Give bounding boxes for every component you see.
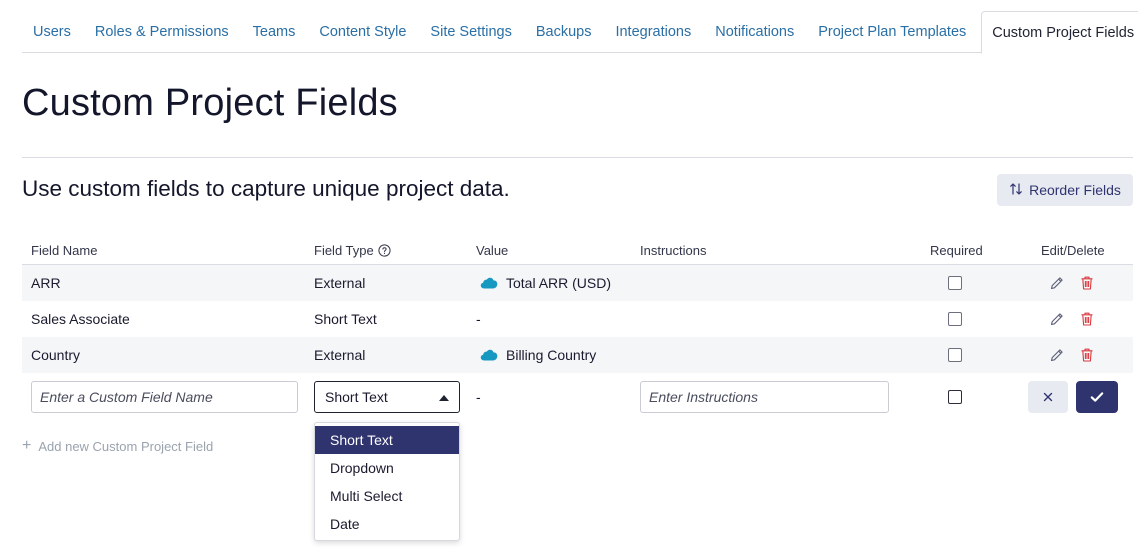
header-field-type: Field Type <box>314 243 391 258</box>
add-custom-field-label: Add new Custom Project Field <box>38 438 214 454</box>
page-subtitle: Use custom fields to capture unique proj… <box>22 176 510 201</box>
tab-backups[interactable]: Backups <box>525 11 603 53</box>
required-checkbox[interactable] <box>948 276 962 290</box>
value-cell: - <box>476 311 481 327</box>
table-row: Country External Billing Country <box>22 337 1133 373</box>
tab-project-plan-templates[interactable]: Project Plan Templates <box>807 11 977 53</box>
tab-users[interactable]: Users <box>22 11 82 53</box>
delete-icon[interactable] <box>1079 347 1095 363</box>
tab-notifications[interactable]: Notifications <box>704 11 805 53</box>
edit-icon[interactable] <box>1049 347 1065 363</box>
field-name-cell: ARR <box>31 275 61 291</box>
cancel-button[interactable] <box>1028 381 1068 413</box>
field-type-cell: External <box>314 347 366 363</box>
header-instructions: Instructions <box>640 243 707 258</box>
value-cell: Billing Country <box>480 337 596 373</box>
field-type-cell: External <box>314 275 366 291</box>
confirm-button[interactable] <box>1076 381 1118 413</box>
sort-arrows-icon <box>1009 182 1023 199</box>
field-name-cell: Sales Associate <box>31 311 130 327</box>
salesforce-icon <box>480 349 498 361</box>
value-text: Billing Country <box>506 347 597 363</box>
menu-item-dropdown[interactable]: Dropdown <box>315 454 459 482</box>
new-value-cell: - <box>476 389 481 405</box>
header-field-name: Field Name <box>31 243 98 258</box>
header-value: Value <box>476 243 509 258</box>
menu-item-short-text[interactable]: Short Text <box>315 426 459 454</box>
plus-icon: + <box>22 437 32 454</box>
settings-tabs: Users Roles & Permissions Teams Content … <box>22 11 1138 54</box>
add-custom-field-link[interactable]: + Add new Custom Project Field <box>22 438 213 454</box>
close-icon <box>1042 391 1054 403</box>
reorder-fields-label: Reorder Fields <box>1029 182 1121 198</box>
edit-icon[interactable] <box>1049 311 1065 327</box>
field-type-cell: Short Text <box>314 311 377 327</box>
required-checkbox[interactable] <box>948 348 962 362</box>
custom-field-name-input[interactable] <box>31 381 298 413</box>
required-checkbox[interactable] <box>948 312 962 326</box>
reorder-fields-button[interactable]: Reorder Fields <box>997 174 1133 206</box>
tab-roles-permissions[interactable]: Roles & Permissions <box>84 11 240 53</box>
tab-integrations[interactable]: Integrations <box>604 11 702 53</box>
menu-item-multi-select[interactable]: Multi Select <box>315 482 459 510</box>
salesforce-icon <box>480 277 498 289</box>
header-field-type-label: Field Type <box>314 243 374 258</box>
tab-teams[interactable]: Teams <box>242 11 307 53</box>
tab-site-settings[interactable]: Site Settings <box>419 11 522 53</box>
edit-icon[interactable] <box>1049 275 1065 291</box>
header-required: Required <box>930 243 983 258</box>
value-cell: Total ARR (USD) <box>480 265 611 301</box>
field-type-menu: Short Text Dropdown Multi Select Date <box>314 422 460 541</box>
header-edit-delete: Edit/Delete <box>1041 243 1105 258</box>
caret-up-icon <box>439 395 449 401</box>
delete-icon[interactable] <box>1079 311 1095 327</box>
checkmark-icon <box>1089 389 1105 405</box>
page-title: Custom Project Fields <box>22 82 398 124</box>
tab-custom-project-fields[interactable]: Custom Project Fields <box>981 11 1138 54</box>
delete-icon[interactable] <box>1079 275 1095 291</box>
new-required-checkbox[interactable] <box>948 390 962 404</box>
help-icon[interactable] <box>378 244 391 257</box>
table-row: ARR External Total ARR (USD) <box>22 265 1133 301</box>
table-row: Sales Associate Short Text - <box>22 301 1133 337</box>
tab-content-style[interactable]: Content Style <box>308 11 417 53</box>
value-text: Total ARR (USD) <box>506 275 612 291</box>
instructions-input[interactable] <box>640 381 889 413</box>
field-name-cell: Country <box>31 347 81 363</box>
field-type-selected-value: Short Text <box>325 389 388 405</box>
field-type-select[interactable]: Short Text <box>314 381 460 413</box>
divider <box>22 157 1133 158</box>
menu-item-date[interactable]: Date <box>315 510 459 538</box>
table-header: Field Name Field Type Value Instructions… <box>22 236 1133 265</box>
